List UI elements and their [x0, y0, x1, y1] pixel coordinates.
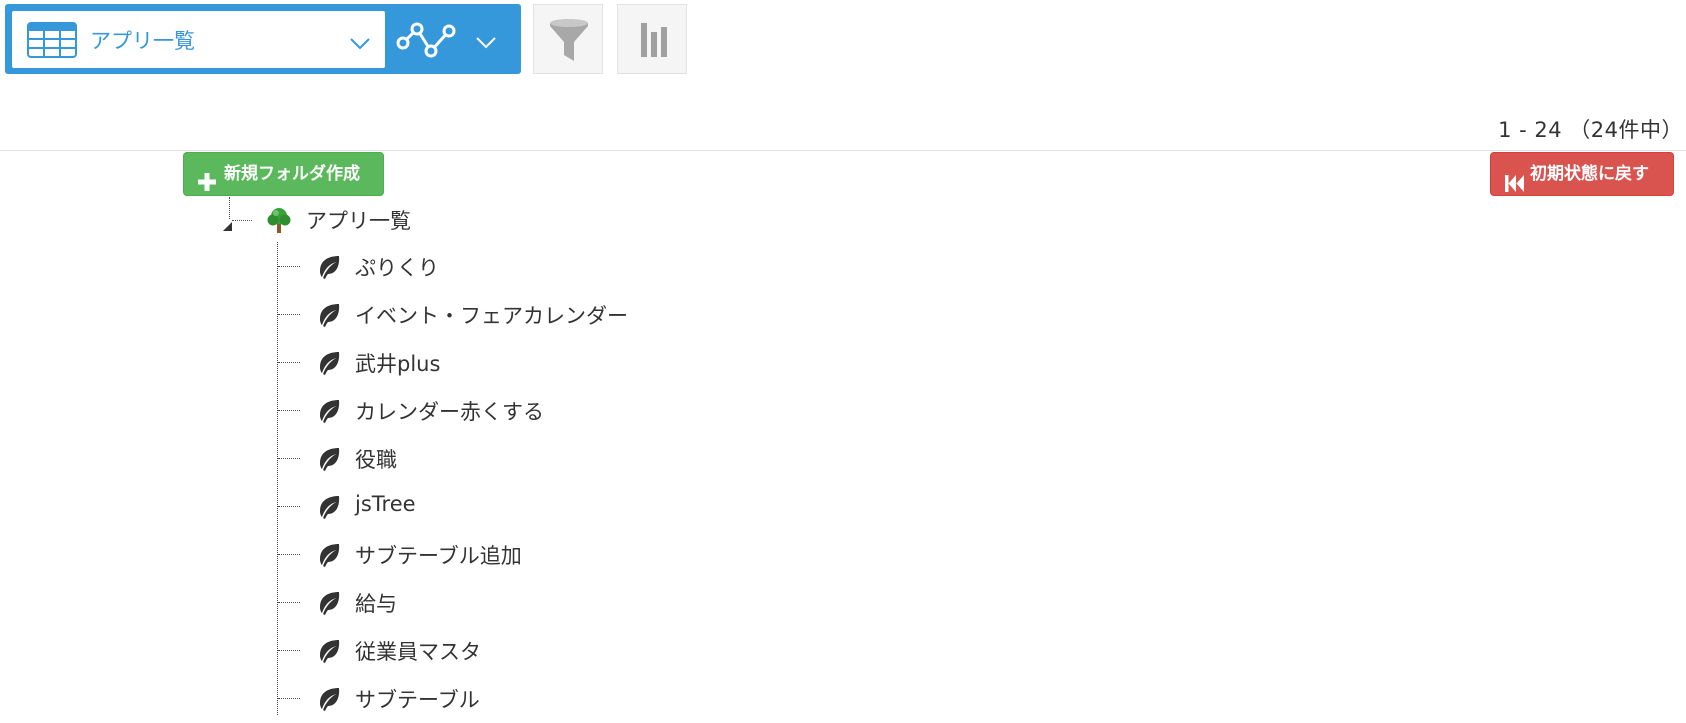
app-tree: アプリ一覧 ぷりくりイベント・フェアカレンダー 武井plus カレンダー赤くする 役職… — [0, 0, 1686, 715]
tree-item-label[interactable]: サブテーブル — [355, 684, 480, 714]
bar-chart-icon — [641, 23, 667, 57]
leaf-icon — [316, 398, 342, 428]
chevron-down-icon — [350, 35, 370, 54]
tree-item-label[interactable]: イベント・フェアカレンダー — [355, 300, 628, 330]
tree-item[interactable]: サブテーブル — [0, 675, 900, 723]
tree-item-label[interactable]: カレンダー赤くする — [355, 396, 544, 426]
tree-root-label[interactable]: アプリ一覧 — [306, 205, 411, 235]
tree-item[interactable]: サブテーブル追加 — [0, 531, 900, 579]
tree-connector — [278, 458, 300, 459]
rewind-icon — [1505, 166, 1525, 208]
tree-item[interactable]: 給与 — [0, 579, 900, 627]
leaf-icon — [316, 254, 342, 284]
tree-connector — [278, 314, 300, 315]
tree-item-label[interactable]: ぷりくり — [355, 252, 439, 282]
tree-item-label[interactable]: 武井plus — [355, 348, 440, 378]
tree-connector — [278, 362, 300, 363]
tree-connector — [278, 698, 300, 699]
bar-chart-button[interactable] — [617, 4, 687, 74]
tree-item[interactable]: イベント・フェアカレンダー — [0, 291, 900, 339]
tree-icon — [265, 206, 293, 238]
leaf-icon — [316, 446, 342, 476]
tree-item[interactable]: 従業員マスタ — [0, 627, 900, 675]
graph-chevron-down-icon[interactable] — [476, 34, 496, 53]
tree-item[interactable]: 武井plus — [0, 339, 900, 387]
view-toolbar: アプリ一覧 — [5, 4, 521, 74]
leaf-icon — [316, 494, 342, 524]
reset-button[interactable]: 初期状態に戻す — [1490, 152, 1674, 196]
tree-item-label[interactable]: サブテーブル追加 — [355, 540, 522, 570]
leaf-icon — [316, 302, 342, 332]
tree-item[interactable]: 役職 — [0, 435, 900, 483]
plus-icon — [198, 165, 216, 207]
divider — [0, 150, 1686, 151]
tree-item-label[interactable]: 役職 — [355, 444, 397, 474]
graph-icon[interactable] — [395, 17, 459, 65]
tree-connector — [232, 220, 252, 221]
tree-connector — [278, 602, 300, 603]
leaf-icon — [316, 350, 342, 380]
view-select[interactable]: アプリ一覧 — [12, 11, 385, 68]
new-folder-button[interactable]: 新規フォルダ作成 — [183, 152, 384, 196]
leaf-icon — [316, 686, 342, 716]
table-icon — [27, 22, 77, 62]
filter-button[interactable] — [533, 4, 603, 74]
tree-item[interactable]: ぷりくり — [0, 243, 900, 291]
filter-icon — [550, 19, 588, 61]
new-folder-label: 新規フォルダ作成 — [224, 164, 360, 184]
tree-connector — [278, 554, 300, 555]
tree-connector — [278, 266, 300, 267]
tree-item-label[interactable]: 給与 — [355, 588, 397, 618]
view-name: アプリ一覧 — [90, 29, 195, 53]
tree-item[interactable]: jsTree — [0, 483, 900, 531]
tree-connector — [278, 410, 300, 411]
tree-connector — [278, 506, 300, 507]
leaf-icon — [316, 590, 342, 620]
reset-label: 初期状態に戻す — [1530, 164, 1649, 184]
tree-item-label[interactable]: 従業員マスタ — [355, 636, 481, 666]
tree-item-label[interactable]: jsTree — [355, 492, 416, 516]
tree-item[interactable]: カレンダー赤くする — [0, 387, 900, 435]
leaf-icon — [316, 638, 342, 668]
tree-toggle-icon[interactable] — [223, 216, 232, 235]
leaf-icon — [316, 542, 342, 572]
pagination-info: 1 - 24 （24件中） — [1498, 118, 1683, 142]
tree-connector — [278, 650, 300, 651]
